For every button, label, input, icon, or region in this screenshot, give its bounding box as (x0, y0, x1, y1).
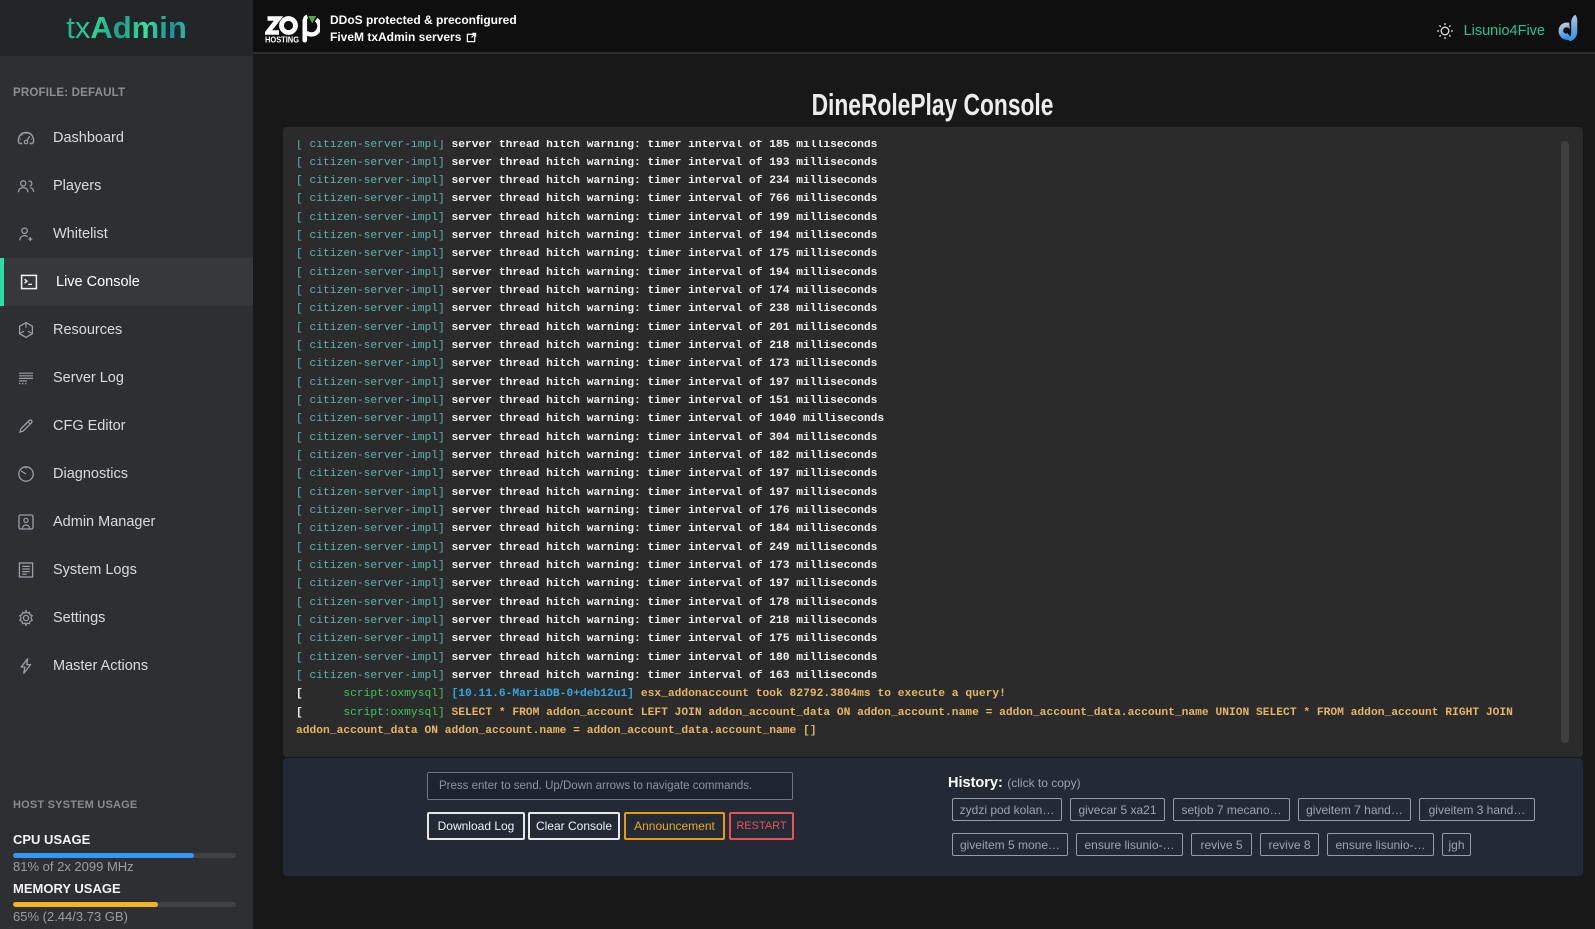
svg-text:HOSTING: HOSTING (265, 36, 299, 44)
